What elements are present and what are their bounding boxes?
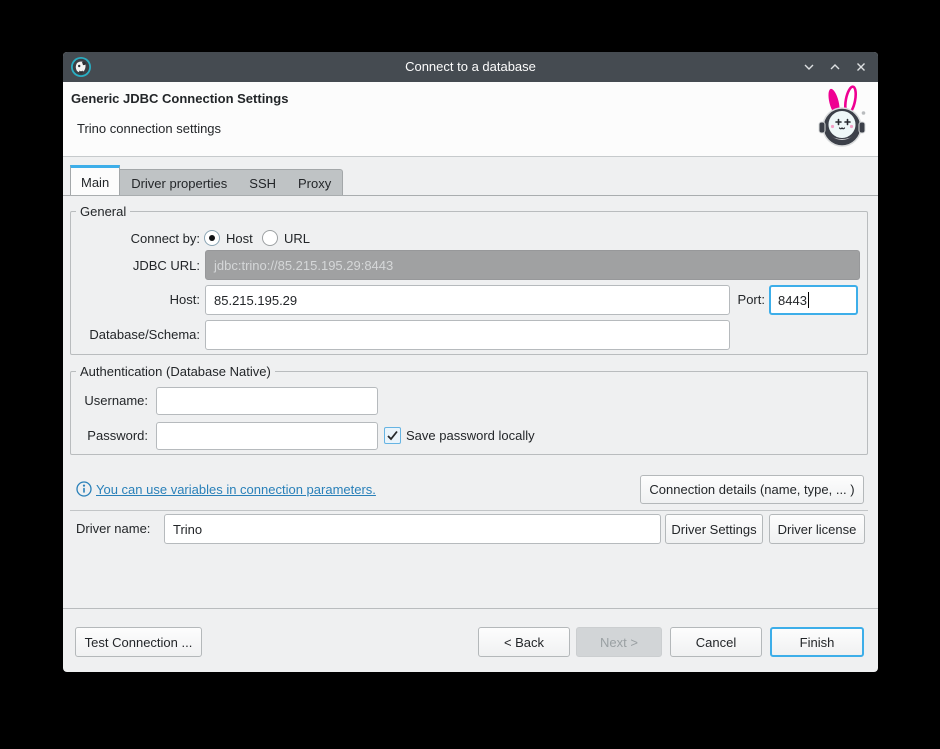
radio-connect-by-host[interactable] (204, 230, 220, 246)
jdbc-url-value: jdbc:trino://85.215.195.29:8443 (214, 258, 393, 273)
page-title: Generic JDBC Connection Settings (71, 91, 288, 106)
general-group-legend: General (76, 204, 130, 219)
tab-ssh[interactable]: SSH (238, 170, 287, 196)
driver-name-input[interactable] (164, 514, 661, 544)
radio-url-label[interactable]: URL (284, 231, 310, 247)
jdbc-url-label: JDBC URL: (70, 258, 200, 274)
close-icon[interactable] (854, 60, 868, 74)
tabbar-divider (63, 195, 878, 196)
tab-main[interactable]: Main (70, 165, 120, 196)
cancel-button[interactable]: Cancel (670, 627, 762, 657)
tab-proxy[interactable]: Proxy (287, 170, 342, 196)
footer-divider (63, 608, 878, 609)
checkmark-icon (386, 429, 399, 442)
info-icon (76, 481, 92, 497)
driver-settings-button[interactable]: Driver Settings (665, 514, 763, 544)
radio-connect-by-url[interactable] (262, 230, 278, 246)
database-label: Database/Schema: (70, 327, 200, 343)
maximize-icon[interactable] (828, 60, 842, 74)
radio-host-label[interactable]: Host (226, 231, 253, 247)
page-subtitle: Trino connection settings (77, 121, 221, 136)
text-caret (808, 292, 809, 308)
connection-details-button[interactable]: Connection details (name, type, ... ) (640, 475, 864, 504)
password-input[interactable] (156, 422, 378, 450)
driver-license-button[interactable]: Driver license (769, 514, 865, 544)
jdbc-url-field: jdbc:trino://85.215.195.29:8443 (205, 250, 860, 280)
auth-group-legend: Authentication (Database Native) (76, 364, 275, 379)
trino-logo-icon (817, 85, 869, 156)
finish-button[interactable]: Finish (770, 627, 864, 657)
database-input[interactable] (205, 320, 730, 350)
port-value: 8443 (778, 293, 807, 308)
variables-link[interactable]: You can use variables in connection para… (96, 482, 376, 497)
username-label: Username: (70, 393, 148, 409)
tab-driver-properties[interactable]: Driver properties (120, 170, 238, 196)
host-input[interactable] (205, 285, 730, 315)
driver-name-label: Driver name: (76, 521, 150, 537)
password-label: Password: (70, 428, 148, 444)
minimize-icon[interactable] (802, 60, 816, 74)
host-label: Host: (70, 292, 200, 308)
tabbar: Main Driver properties SSH Proxy (70, 165, 343, 196)
connect-by-label: Connect by: (70, 231, 200, 247)
save-password-checkbox[interactable] (384, 427, 401, 444)
driver-divider (70, 510, 868, 511)
test-connection-button[interactable]: Test Connection ... (75, 627, 202, 657)
save-password-label[interactable]: Save password locally (406, 428, 535, 444)
titlebar[interactable]: Connect to a database (63, 52, 878, 82)
port-input[interactable]: 8443 (769, 285, 858, 315)
dialog-header: Generic JDBC Connection Settings Trino c… (63, 82, 878, 157)
back-button[interactable]: < Back (478, 627, 570, 657)
port-label: Port: (705, 292, 765, 308)
next-button: Next > (576, 627, 662, 657)
connect-dialog: Connect to a database Generic JDBC Conne… (63, 52, 878, 672)
window-title: Connect to a database (63, 59, 878, 74)
username-input[interactable] (156, 387, 378, 415)
